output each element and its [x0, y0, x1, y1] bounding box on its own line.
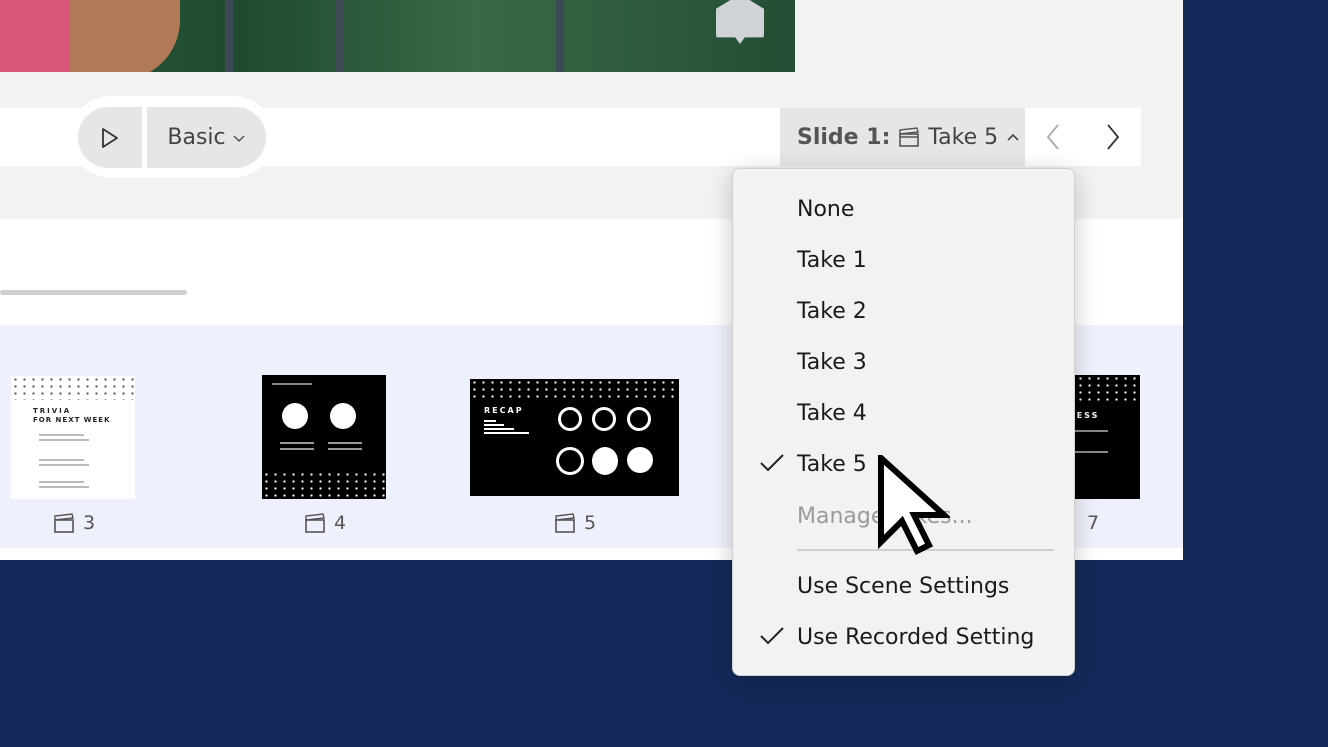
play-icon [102, 127, 118, 148]
slide-title: TRIVIA [33, 407, 72, 415]
text-line [39, 434, 84, 436]
clapperboard-icon [305, 513, 325, 533]
text-line [1070, 451, 1108, 453]
slide-number: 4 [334, 512, 347, 534]
next-slide-button[interactable] [1084, 108, 1142, 166]
clapperboard-icon [555, 513, 575, 533]
previous-slide-button[interactable] [1024, 108, 1082, 166]
pie-chart [627, 447, 653, 473]
menu-item-label: Take 2 [797, 298, 867, 324]
style-dropdown[interactable]: Basic [147, 107, 266, 168]
text-line [280, 442, 314, 444]
donut-chart [558, 407, 582, 431]
menu-item-label: None [797, 196, 855, 222]
style-label: Basic [167, 125, 226, 150]
slide-number: 3 [83, 512, 96, 534]
take-label: Take 5 [928, 124, 999, 150]
slide-thumbnail-5[interactable]: RECAP [470, 379, 679, 496]
text-line [484, 420, 496, 422]
menu-item-use-recorded-setting[interactable]: Use Recorded Setting [733, 615, 1074, 659]
window-frame [335, 0, 343, 72]
take-dropdown-menu: None Take 1 Take 2 Take 3 Take 4 Take 5 … [732, 168, 1075, 676]
text-line [39, 481, 84, 483]
video-arm [70, 0, 180, 72]
circle-icon [282, 403, 308, 429]
slide-label-5: 5 [554, 512, 596, 534]
dot-pattern [470, 379, 679, 401]
slide-title: RECAP [484, 406, 524, 415]
text-line [484, 428, 514, 430]
circle-icon [330, 403, 356, 429]
play-button[interactable] [78, 107, 142, 168]
text-line [1070, 430, 1108, 432]
horizontal-scrollbar[interactable] [0, 290, 187, 295]
menu-item-label: Use Recorded Setting [797, 624, 1035, 650]
text-line [328, 442, 362, 444]
menu-item-label: Take 1 [797, 247, 867, 273]
menu-item-label: Take 3 [797, 349, 867, 375]
slide-label-4: 4 [304, 512, 346, 534]
slide-label-3: 3 [53, 512, 95, 534]
slide-thumbnail-3[interactable]: TRIVIA FOR NEXT WEEK [11, 376, 135, 499]
menu-item-take-3[interactable]: Take 3 [733, 340, 1074, 384]
dot-pattern [262, 471, 386, 499]
menu-item-label: Take 5 [797, 451, 867, 477]
menu-item-label: Use Scene Settings [797, 573, 1010, 599]
text-line [484, 424, 504, 426]
menu-item-label: Take 4 [797, 400, 867, 426]
checkmark-icon [760, 627, 784, 645]
text-line [39, 439, 89, 441]
text-line [328, 448, 362, 450]
chevron-left-icon [1046, 124, 1059, 150]
chevron-down-icon [233, 134, 245, 142]
video-preview [0, 0, 795, 72]
dot-pattern [11, 376, 135, 400]
text-line [39, 486, 89, 488]
slide-label: Slide 1: [797, 124, 891, 150]
donut-chart [556, 447, 584, 475]
pie-chart [592, 447, 618, 475]
take-selector[interactable]: Slide 1: Take 5 [780, 108, 1025, 166]
checkmark-icon [760, 454, 784, 472]
slide-label-7: 7 [1087, 512, 1099, 534]
donut-chart [592, 407, 616, 431]
text-line [39, 464, 89, 466]
menu-item-use-scene-settings[interactable]: Use Scene Settings [733, 564, 1074, 608]
clapperboard-icon [54, 513, 74, 533]
menu-item-take-4[interactable]: Take 4 [733, 391, 1074, 435]
menu-item-take-1[interactable]: Take 1 [733, 238, 1074, 282]
slide-subtitle: FOR NEXT WEEK [33, 416, 111, 424]
clapperboard-icon [899, 127, 920, 147]
chevron-right-icon [1107, 124, 1120, 150]
text-line [272, 383, 312, 385]
slide-number: 7 [1087, 512, 1100, 534]
donut-chart [627, 407, 651, 431]
text-line [280, 448, 314, 450]
logo-icon [716, 0, 764, 44]
menu-item-none[interactable]: None [733, 187, 1074, 231]
slide-number: 5 [584, 512, 597, 534]
chevron-up-icon [1007, 133, 1019, 141]
mouse-cursor-icon [878, 455, 950, 556]
window-frame [225, 0, 233, 72]
slide-thumbnail-4[interactable] [262, 375, 386, 499]
text-line [484, 432, 529, 434]
window-frame [556, 0, 564, 72]
text-line [39, 459, 84, 461]
menu-item-take-2[interactable]: Take 2 [733, 289, 1074, 333]
